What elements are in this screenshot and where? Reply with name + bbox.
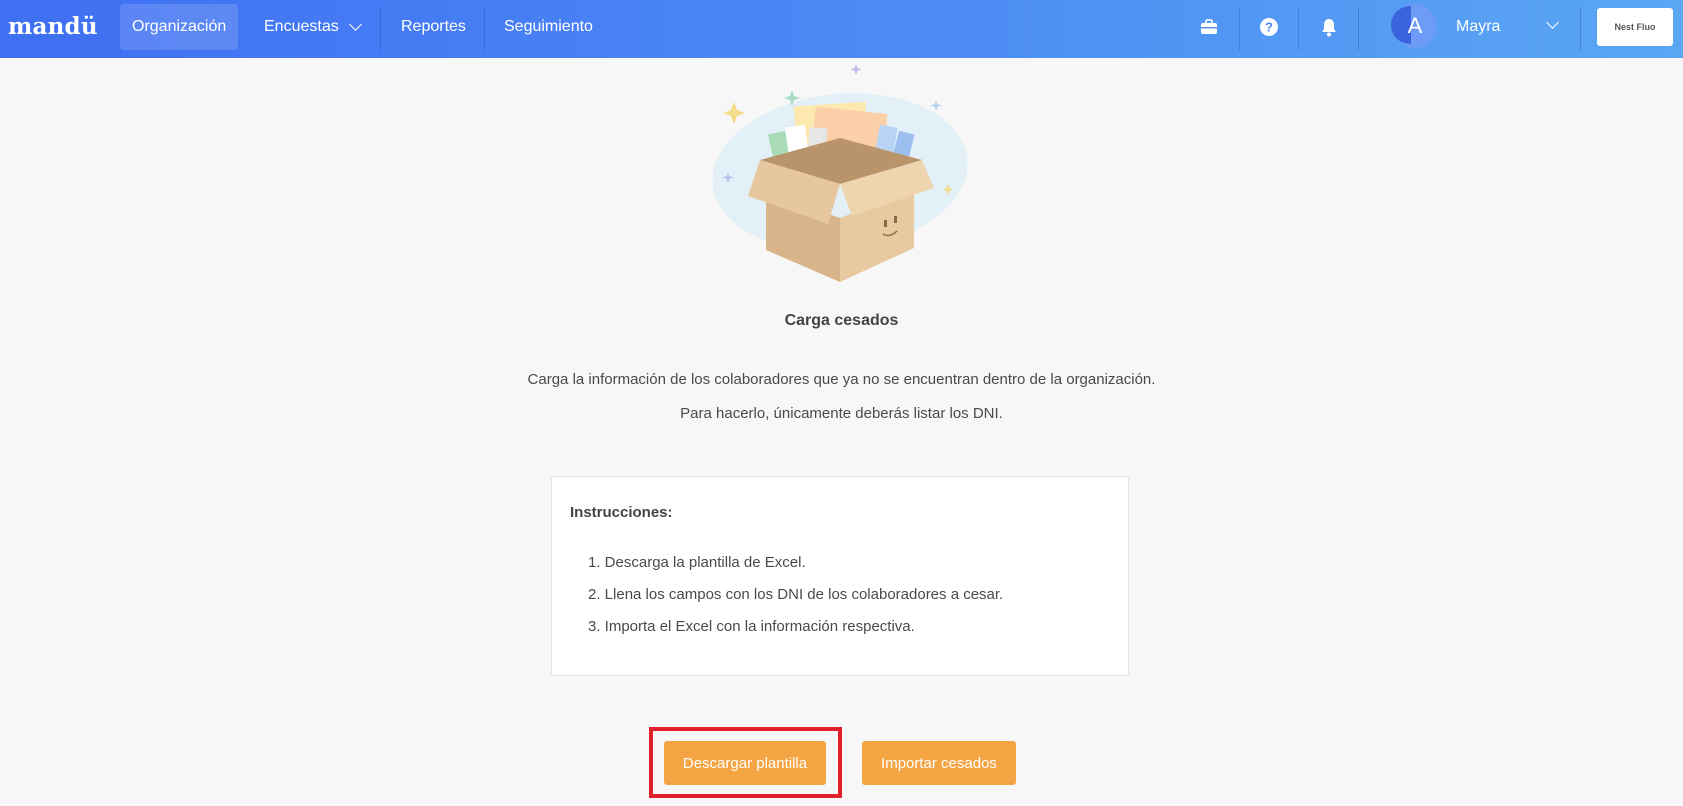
page-description-secondary: Para hacerlo, únicamente deberás listar … bbox=[680, 405, 1003, 422]
nav-organizacion[interactable]: Organización bbox=[120, 4, 239, 50]
nav-divider bbox=[1358, 8, 1359, 50]
nav-reportes-label: Reportes bbox=[401, 18, 466, 35]
page-title: Carga cesados bbox=[784, 312, 899, 329]
page-description: Carga la información de los colaboradore… bbox=[527, 371, 1156, 388]
nav-reportes[interactable]: Reportes bbox=[401, 4, 466, 50]
empty-box-illustration bbox=[712, 64, 968, 282]
organization-logo: Nest Fluo bbox=[1597, 8, 1673, 46]
nav-divider bbox=[380, 8, 381, 50]
svg-text:?: ? bbox=[1265, 20, 1273, 35]
instruction-step: 2. Llena los campos con los DNI de los c… bbox=[588, 586, 1004, 603]
instructions-heading: Instrucciones: bbox=[570, 504, 673, 521]
chevron-down-icon[interactable] bbox=[1546, 16, 1559, 29]
download-template-button[interactable]: Descargar plantilla bbox=[664, 741, 826, 785]
bell-icon[interactable] bbox=[1318, 16, 1340, 38]
avatar[interactable]: A bbox=[1391, 4, 1437, 48]
organization-logo-text: Nest Fluo bbox=[1614, 22, 1656, 32]
avatar-initial: A bbox=[1407, 13, 1423, 38]
user-name[interactable]: Mayra bbox=[1456, 18, 1500, 36]
nav-organizacion-label: Organización bbox=[132, 18, 227, 35]
briefcase-icon[interactable] bbox=[1198, 16, 1220, 38]
nav-seguimiento-label: Seguimiento bbox=[504, 18, 593, 35]
nav-seguimiento[interactable]: Seguimiento bbox=[504, 4, 593, 50]
instructions-card: Instrucciones: 1. Descarga la plantilla … bbox=[551, 476, 1129, 676]
instruction-step: 1. Descarga la plantilla de Excel. bbox=[588, 554, 806, 571]
instruction-step: 3. Importa el Excel con la información r… bbox=[588, 618, 915, 635]
nav-encuestas-label: Encuestas bbox=[264, 18, 339, 35]
nav-divider bbox=[484, 8, 485, 50]
import-terminated-button[interactable]: Importar cesados bbox=[862, 741, 1016, 785]
help-icon[interactable]: ? bbox=[1258, 16, 1280, 38]
nav-divider bbox=[1580, 8, 1581, 50]
top-navigation-bar: mandü Organización Encuestas Reportes Se… bbox=[0, 0, 1683, 58]
nav-encuestas[interactable]: Encuestas bbox=[264, 4, 362, 50]
nav-divider bbox=[1298, 8, 1299, 50]
chevron-down-icon bbox=[348, 18, 362, 31]
nav-divider bbox=[1239, 8, 1240, 50]
brand-logo[interactable]: mandü bbox=[8, 13, 98, 40]
